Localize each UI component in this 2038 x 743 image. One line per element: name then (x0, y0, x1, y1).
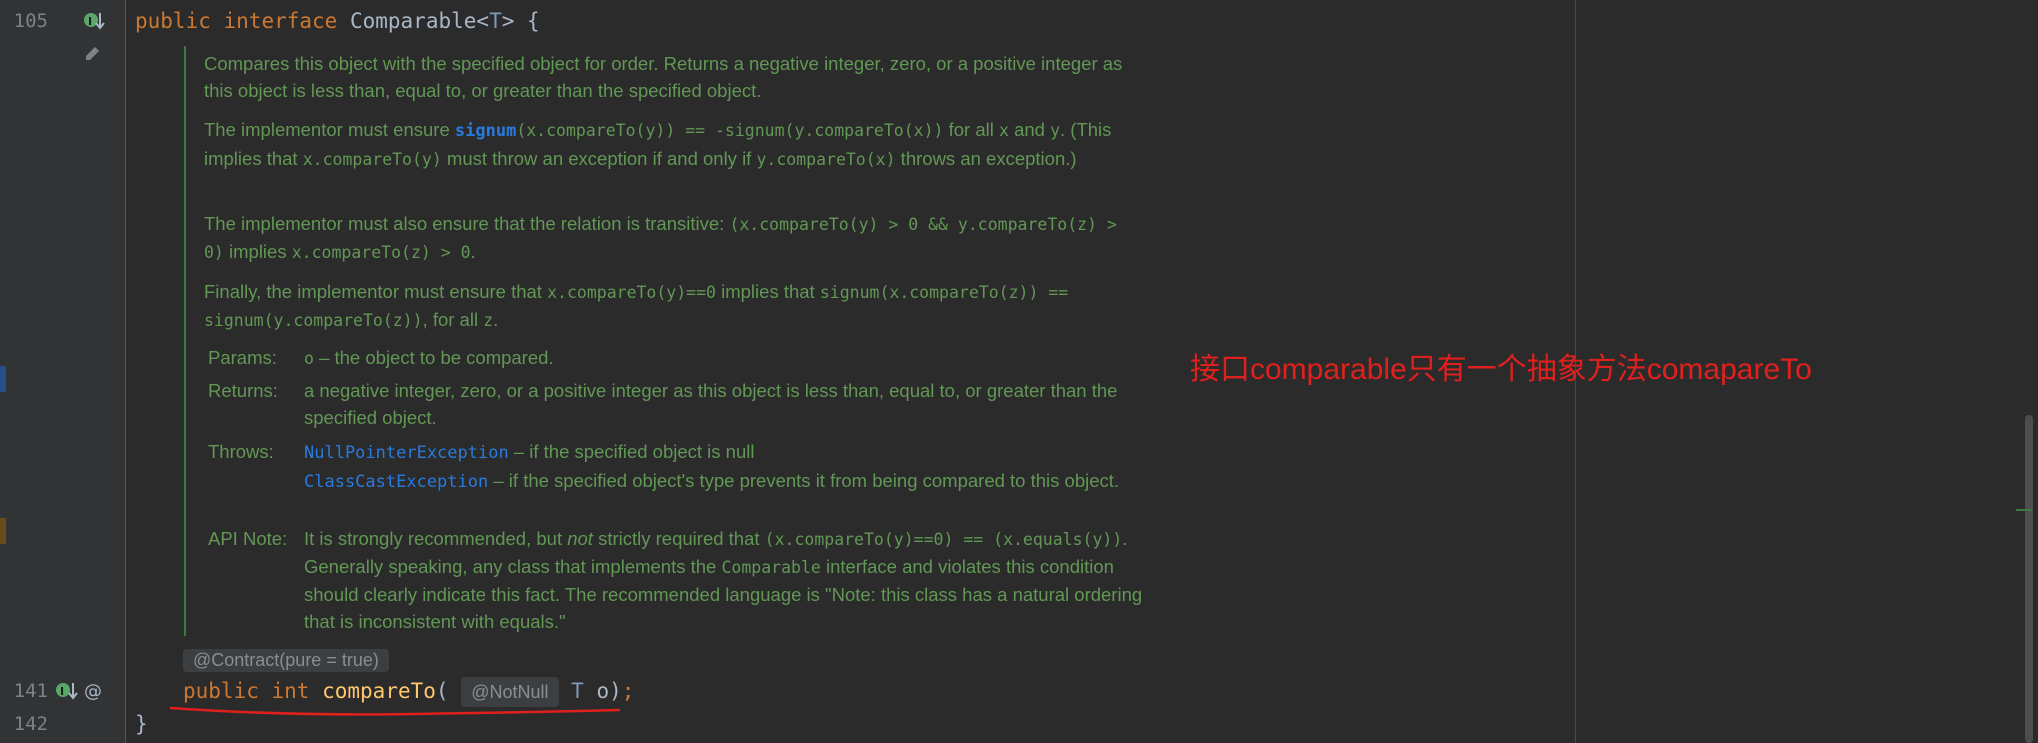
code-line-142[interactable]: } (135, 710, 148, 738)
red-underline-annotation (169, 706, 621, 716)
doc-paragraph-4: Finally, the implementor must ensure tha… (204, 281, 1069, 330)
gutter-separator (125, 0, 126, 743)
doc-paragraph-1: Compares this object with the specified … (204, 53, 1123, 101)
svg-text:I: I (88, 15, 92, 28)
line-number-105: 105 (13, 10, 48, 32)
line-number-142: 142 (13, 713, 48, 735)
line-number-141: 141 (13, 680, 48, 702)
contract-annotation-hint[interactable]: @Contract(pure = true) (183, 649, 389, 672)
edit-pencil-icon[interactable] (82, 44, 102, 64)
type-parameter: T (489, 9, 502, 33)
param-name: o (304, 349, 314, 368)
nullpointerexception-link[interactable]: NullPointerException (304, 443, 509, 463)
keyword-public: public (135, 9, 211, 33)
annotation-at-icon[interactable]: @ (83, 680, 105, 702)
doc-paragraph-3: The implementor must also ensure that th… (204, 213, 1117, 262)
doc-paragraph-2: The implementor must ensure signum(x.com… (204, 119, 1112, 169)
returns-label: Returns: (208, 380, 278, 401)
throws-label: Throws: (208, 441, 274, 462)
left-edge-marker (0, 366, 6, 392)
angle-open: < (476, 9, 490, 33)
editor-gutter (0, 0, 125, 743)
implemented-by-icon[interactable]: I (82, 10, 106, 32)
params-label: Params: (208, 347, 277, 368)
returns-text: a negative integer, zero, or a positive … (304, 380, 1118, 428)
keyword-interface: interface (223, 9, 338, 33)
interface-name[interactable]: Comparable (350, 9, 476, 33)
signum-link[interactable]: signum (455, 121, 516, 141)
overlay-note: 接口comparable只有一个抽象方法comapareTo (1190, 353, 1812, 386)
scrollbar-thumb[interactable] (2025, 415, 2033, 743)
brace-open: > { (501, 9, 540, 33)
rendered-javadoc: Compares this object with the specified … (184, 46, 1146, 636)
code-line-105[interactable]: public interface Comparable<T> { (135, 7, 540, 35)
implemented-method-icon[interactable]: I (55, 680, 79, 702)
classcastexception-link[interactable]: ClassCastException (304, 472, 488, 492)
svg-text:I: I (60, 685, 64, 698)
left-edge-marker-2 (0, 518, 6, 544)
svg-text:@: @ (84, 681, 102, 702)
apinote-label: API Note: (208, 528, 288, 549)
scrollbar-marker (2016, 509, 2032, 511)
